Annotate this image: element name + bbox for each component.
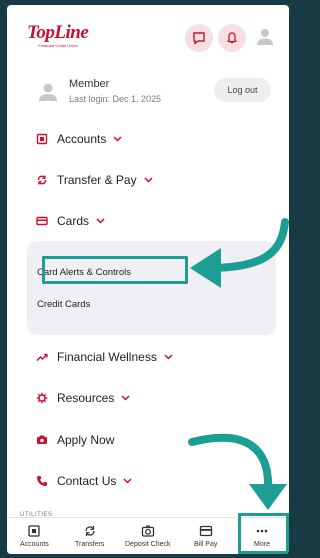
- menu-label-cards: Cards: [57, 214, 90, 228]
- logo-text: TopLine: [27, 22, 89, 43]
- logout-button[interactable]: Log out: [214, 78, 271, 102]
- menu-item-resources[interactable]: Resources: [35, 387, 255, 409]
- bill-pay-icon: [198, 524, 214, 538]
- topline-logo[interactable]: TopLine Financial Credit Union: [27, 23, 89, 49]
- more-dots-icon: [254, 524, 270, 538]
- member-name: Member: [69, 78, 110, 90]
- apply-icon: [35, 434, 48, 447]
- bottom-nav-bar: Accounts Transfers Deposit Check Bill Pa…: [7, 517, 289, 554]
- menu-label-transfer-pay: Transfer & Pay: [57, 173, 137, 187]
- bell-icon: [227, 32, 237, 44]
- avatar: [37, 80, 59, 104]
- chevron-down-icon: [113, 134, 123, 144]
- notifications-button[interactable]: [218, 24, 246, 52]
- resources-icon: [35, 392, 48, 405]
- tab-accounts[interactable]: Accounts: [20, 524, 49, 548]
- menu-label-accounts: Accounts: [57, 132, 107, 146]
- last-login-text: Last login: Dec 1, 2025: [69, 94, 162, 104]
- tab-label-deposit-check: Deposit Check: [125, 541, 171, 548]
- profile-button[interactable]: [255, 26, 275, 48]
- cards-submenu: [27, 241, 276, 335]
- chevron-down-icon: [121, 393, 131, 403]
- accounts-icon: [26, 524, 42, 538]
- card-icon: [35, 215, 48, 228]
- tab-label-accounts: Accounts: [20, 541, 49, 548]
- tab-label-transfers: Transfers: [75, 541, 105, 548]
- tab-label-bill-pay: Bill Pay: [194, 541, 218, 548]
- chevron-down-icon: [123, 476, 133, 486]
- user-icon: [257, 29, 273, 45]
- menu-item-accounts[interactable]: Accounts: [35, 128, 255, 150]
- menu-label-contact-us: Contact Us: [57, 474, 117, 488]
- transfers-icon: [82, 524, 98, 538]
- phone-icon: [35, 475, 48, 488]
- phone-screen: TopLine Financial Credit Union Member La…: [7, 5, 289, 554]
- menu-label-resources: Resources: [57, 391, 115, 405]
- tab-more[interactable]: More: [254, 524, 270, 548]
- chevron-down-icon: [96, 216, 106, 226]
- tab-deposit-check[interactable]: Deposit Check: [125, 524, 171, 548]
- chevron-down-icon: [164, 352, 174, 362]
- menu-item-contact-us[interactable]: Contact Us: [35, 470, 255, 492]
- menu-item-apply-now[interactable]: Apply Now: [35, 429, 255, 451]
- avatar-icon: [39, 83, 57, 101]
- chat-bubble-icon: [193, 32, 205, 45]
- tab-bill-pay[interactable]: Bill Pay: [194, 524, 217, 548]
- logo-subtext: Financial Credit Union: [38, 43, 78, 48]
- accounts-icon: [35, 133, 48, 146]
- card-alerts-controls-link[interactable]: Card Alerts & Controls: [37, 267, 131, 278]
- menu-label-apply-now: Apply Now: [57, 433, 115, 447]
- menu-label-financial-wellness: Financial Wellness: [57, 350, 157, 364]
- chevron-down-icon: [144, 175, 154, 185]
- camera-icon: [140, 524, 156, 538]
- trend-icon: [35, 351, 48, 364]
- menu-item-financial-wellness[interactable]: Financial Wellness: [35, 346, 255, 368]
- transfer-icon: [35, 174, 48, 187]
- messages-button[interactable]: [185, 24, 213, 52]
- menu-item-cards[interactable]: Cards: [35, 210, 255, 232]
- tab-transfers[interactable]: Transfers: [75, 524, 104, 548]
- tab-label-more: More: [254, 541, 270, 548]
- credit-cards-link[interactable]: Credit Cards: [37, 299, 90, 310]
- menu-item-transfer-pay[interactable]: Transfer & Pay: [35, 169, 255, 191]
